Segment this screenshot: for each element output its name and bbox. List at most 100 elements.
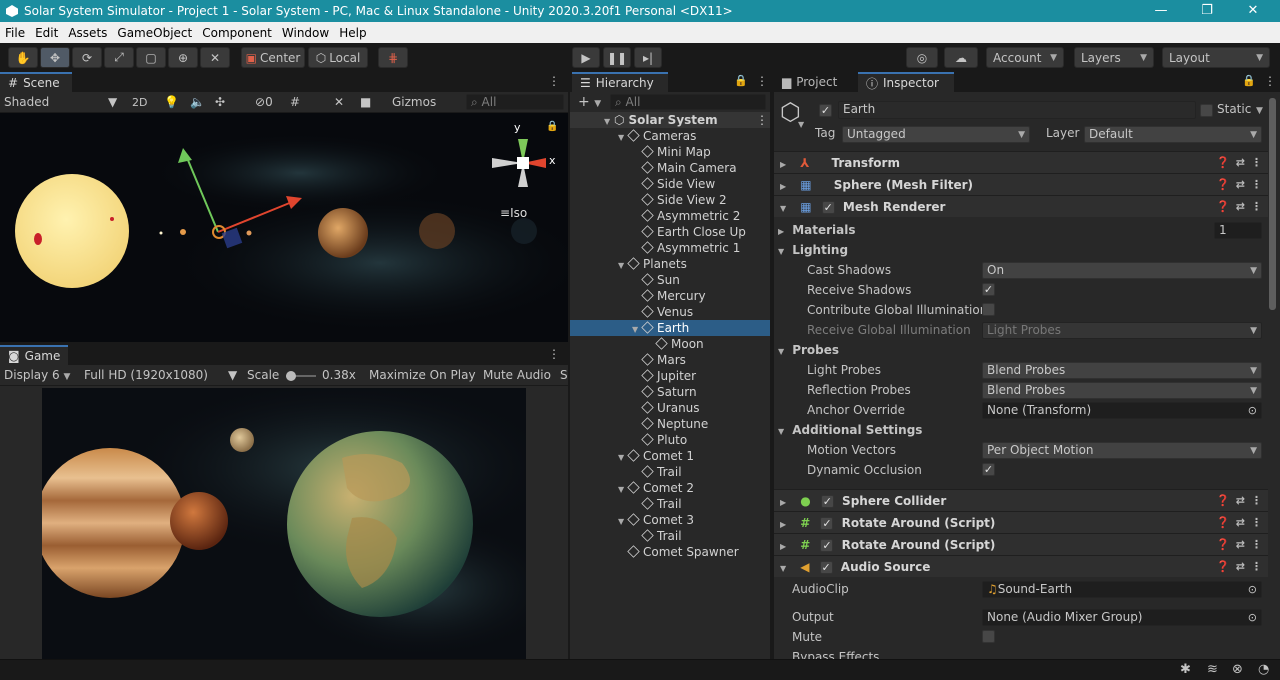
mars-body[interactable] [170,492,228,550]
collab-button[interactable]: ◎ [906,47,938,68]
rotate-around-1-enabled-checkbox[interactable]: ✓ [820,517,834,530]
layer-dropdown[interactable]: Default ▼ [1084,126,1262,143]
display-dropdown[interactable]: Display 6 ▼ [4,365,70,386]
chevron-down-icon[interactable]: ▼ [798,120,804,129]
layers-dropdown[interactable]: Layers ▼ [1074,47,1154,68]
uranus-planet[interactable] [511,218,537,244]
hierarchy-item[interactable]: ▼ Planets [570,256,770,272]
hierarchy-item[interactable]: Mercury [570,288,770,304]
rotate-around-1-component-header[interactable]: ▶ # ✓ Rotate Around (Script) ❓⇄⋮ [774,511,1268,533]
hierarchy-item[interactable]: Trail [570,496,770,512]
lighting-foldout[interactable]: ▼ Lighting [778,240,1268,260]
hierarchy-item[interactable]: Earth Close Up [570,224,770,240]
minimize-button[interactable]: — [1138,0,1184,22]
pivot-center-button[interactable]: ▣ Center [241,47,305,68]
materials-foldout[interactable]: ▶ Materials [778,220,1268,240]
tag-dropdown[interactable]: Untagged ▼ [842,126,1030,143]
pause-button[interactable]: ❚❚ [603,47,631,68]
progress-icon[interactable]: ◔ [1258,662,1269,677]
play-button[interactable]: ▶ [572,47,600,68]
close-button[interactable]: ✕ [1230,0,1276,22]
gizmos-dropdown[interactable]: Gizmos [392,92,436,113]
menu-gameobject[interactable]: GameObject [112,26,197,40]
contribute-gi-checkbox[interactable] [982,303,995,316]
tools-icon[interactable]: ✕ [334,92,344,113]
object-picker-icon[interactable]: ⊙ [1248,610,1257,625]
active-checkbox[interactable]: ✓ [819,104,832,117]
menu-file[interactable]: File [0,26,30,40]
hand-tool-button[interactable]: ✋ [8,47,38,68]
stack-icon[interactable]: ≋ [1207,662,1218,677]
camera-icon[interactable]: ■ [360,92,371,113]
component-controls[interactable]: ❓⇄⋮ [1216,152,1268,174]
hierarchy-item[interactable]: ▼ Comet 3 [570,512,770,528]
component-controls[interactable]: ❓⇄⋮ [1216,196,1268,218]
component-controls[interactable]: ❓⇄⋮ [1216,556,1268,578]
dynamic-occlusion-checkbox[interactable]: ✓ [982,463,995,476]
mesh-renderer-enabled-checkbox[interactable]: ✓ [821,201,835,214]
rotate-tool-button[interactable]: ⟳ [72,47,102,68]
sun-planet[interactable] [15,174,129,288]
scale-tool-button[interactable]: ⤢ [104,47,134,68]
hierarchy-item[interactable]: Mini Map [570,144,770,160]
account-dropdown[interactable]: Account ▼ [986,47,1064,68]
maximize-on-play-toggle[interactable]: Maximize On Play [369,365,476,386]
cloud-button[interactable]: ☁ [944,47,978,68]
mercury-planet[interactable] [159,231,163,235]
materials-count-field[interactable]: 1 [1214,222,1262,239]
hierarchy-item[interactable]: Jupiter [570,368,770,384]
object-name-field[interactable]: Earth [838,101,1196,119]
custom-tool-button[interactable]: ✕ [200,47,230,68]
add-object-button[interactable]: + ▼ [578,94,601,110]
scale-slider-thumb[interactable] [286,371,296,381]
hierarchy-item[interactable]: Asymmetric 1 [570,240,770,256]
lock-icon[interactable]: 🔒 [546,121,558,132]
tab-scene[interactable]: # Scene [0,72,72,92]
hierarchy-item[interactable]: Trail [570,464,770,480]
space-local-button[interactable]: ⬡ Local [308,47,368,68]
hierarchy-item[interactable]: Saturn [570,384,770,400]
jupiter-planet[interactable] [318,208,368,258]
hierarchy-item[interactable]: Side View 2 [570,192,770,208]
hierarchy-item[interactable]: Venus [570,304,770,320]
object-picker-icon[interactable]: ⊙ [1248,403,1257,418]
component-controls[interactable]: ❓⇄⋮ [1216,534,1268,556]
kebab-menu-icon[interactable]: ⋮ [756,112,768,128]
audioclip-field[interactable]: ♫Sound-Earth ⊙ [982,581,1262,598]
hierarchy-item[interactable]: ▼ Earth [570,320,770,336]
hierarchy-item[interactable]: Pluto [570,432,770,448]
mesh-filter-component-header[interactable]: ▶ ▦ Sphere (Mesh Filter) ❓⇄⋮ [774,173,1268,195]
audio-source-enabled-checkbox[interactable]: ✓ [819,561,833,574]
hierarchy-item[interactable]: ▼ Comet 1 [570,448,770,464]
shading-mode-dropdown[interactable]: Shaded [4,92,49,113]
audio-toggle-icon[interactable]: 🔈 [190,92,205,113]
kebab-menu-icon[interactable]: ⋮ [756,74,768,88]
inspector-scrollbar-thumb[interactable] [1269,98,1276,310]
menu-help[interactable]: Help [334,26,371,40]
game-viewport[interactable] [42,388,526,659]
grid-snap-button[interactable]: ⋕ [378,47,408,68]
mars-planet[interactable] [246,230,252,236]
rotate-around-2-component-header[interactable]: ▶ # ✓ Rotate Around (Script) ❓⇄⋮ [774,533,1268,555]
chevron-down-icon[interactable]: ▼ [1256,106,1263,116]
object-picker-icon[interactable]: ⊙ [1248,582,1257,597]
hierarchy-item[interactable]: Uranus [570,400,770,416]
hierarchy-item[interactable]: Comet Spawner [570,544,770,560]
hierarchy-item[interactable]: Mars [570,352,770,368]
kebab-menu-icon[interactable]: ⋮ [1264,74,1276,88]
lighting-toggle-icon[interactable]: 💡 [164,92,179,113]
lock-icon[interactable]: 🔒 [1242,74,1256,87]
scene-viewport[interactable]: y x 🔒 ≡Iso [0,113,568,342]
stats-toggle[interactable]: S [560,365,568,386]
light-probes-dropdown[interactable]: Blend Probes ▼ [982,362,1262,379]
effects-toggle-icon[interactable]: ✣ [215,92,225,113]
motion-vectors-dropdown[interactable]: Per Object Motion ▼ [982,442,1262,459]
component-controls[interactable]: ❓⇄⋮ [1216,490,1268,512]
component-controls[interactable]: ❓⇄⋮ [1216,512,1268,534]
orientation-gizmo[interactable]: y x [490,121,560,203]
moon-body[interactable] [230,428,254,452]
hierarchy-item[interactable]: Sun [570,272,770,288]
venus-planet[interactable] [180,229,186,235]
kebab-menu-icon[interactable]: ⋮ [548,74,560,88]
menu-edit[interactable]: Edit [30,26,63,40]
